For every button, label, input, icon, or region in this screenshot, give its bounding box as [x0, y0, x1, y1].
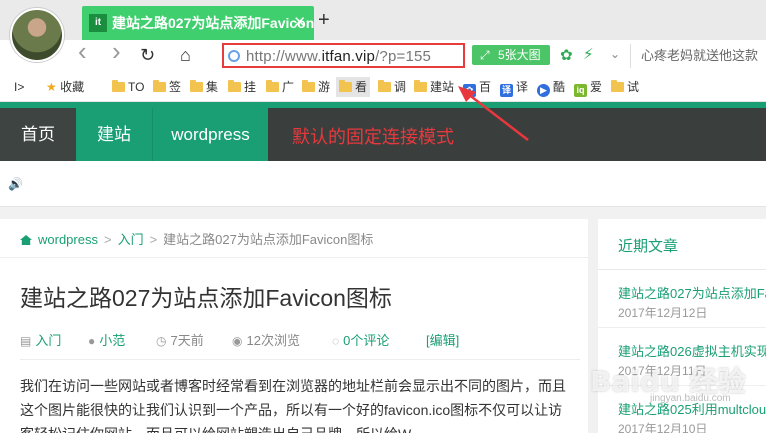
meta-comments: ◌ 0个评论	[332, 330, 389, 349]
big-images-label: 5张大图	[498, 48, 541, 62]
reload-button[interactable]: ↻	[140, 44, 155, 66]
extension-bolt-icon[interactable]: ⚡	[583, 45, 594, 63]
site-favicon-icon: it	[89, 14, 107, 32]
new-tab-button[interactable]: +	[318, 9, 330, 31]
address-bar[interactable]: http://www.itfan.vip/?p=155	[222, 43, 465, 68]
baidu-paw-icon: ✿	[463, 84, 476, 97]
breadcrumb-current: 建站之路027为站点添加Favicon图标	[163, 232, 374, 247]
bookmark-site[interactable]: ✿ 百	[463, 79, 491, 97]
meta-author: ● 小范	[88, 330, 125, 349]
star-icon: ★	[46, 80, 57, 94]
video-play-icon: ▶	[537, 84, 550, 97]
bookmark-site[interactable]: ▶ 酷	[537, 79, 565, 97]
url-text[interactable]: http://www.itfan.vip/?p=155	[246, 48, 431, 65]
nav-home[interactable]: 首页	[0, 108, 76, 161]
edit-link[interactable]: [编辑]	[426, 330, 459, 349]
user-icon: ●	[88, 334, 96, 348]
article-card: wordpress > 入门 > 建站之路027为站点添加Favicon图标 建站之路0…	[0, 219, 588, 433]
home-button[interactable]: ⌂	[180, 44, 191, 66]
bookmark-folder[interactable]: 试	[611, 79, 639, 95]
annotation-text: 默认的固定连接模式	[292, 127, 454, 147]
folder-icon: ▤	[20, 334, 32, 348]
big-images-button[interactable]: ⤢ 5张大图	[472, 45, 550, 65]
divider	[20, 359, 580, 360]
bookmark-folder[interactable]: 签	[153, 79, 181, 95]
home-icon[interactable]	[20, 235, 32, 245]
tab-strip: it 建站之路027为站点添加Favicon ✕ +	[0, 0, 766, 40]
bookmark-folder-active[interactable]: 看	[336, 77, 371, 97]
speaker-icon[interactable]: 🔊	[8, 177, 23, 191]
bookmarks-bar: I> ★ 收藏 TO 签 集 挂 广 游 看 调 建站 ✿ 百 译译 ▶ 酷 iq 爱…	[0, 72, 766, 102]
security-shield-icon	[228, 50, 240, 62]
iqiyi-icon: iq	[574, 84, 587, 97]
comment-icon: ◌	[332, 334, 340, 348]
comments-link[interactable]: 0个评论	[343, 333, 389, 348]
recent-post-title[interactable]: 建站之路027为站点添加Favicon图标	[618, 283, 766, 302]
baidu-watermark-url: jingyan.baidu.com	[650, 393, 731, 404]
eye-icon: ◉	[232, 334, 243, 348]
folder-icon	[414, 80, 427, 92]
folder-icon	[378, 80, 391, 92]
meta-time: ◷ 7天前	[156, 333, 204, 348]
search-input[interactable]: 心疼老妈就送他这款	[630, 44, 766, 68]
divider	[598, 327, 766, 328]
bookmark-folder[interactable]: 建站	[414, 79, 454, 95]
bookmark-favorites[interactable]: ★ 收藏	[46, 79, 84, 95]
recent-post-item[interactable]: 建站之路027为站点添加Favicon图标 2017年12月12日	[618, 283, 766, 321]
user-avatar[interactable]	[10, 8, 64, 62]
bookmark-folder[interactable]: 游	[302, 79, 330, 95]
divider	[0, 257, 588, 258]
divider	[598, 269, 766, 270]
folder-icon	[611, 80, 624, 92]
bookmark-site[interactable]: 译译	[500, 79, 528, 97]
breadcrumb: wordpress > 入门 > 建站之路027为站点添加Favicon图标	[20, 229, 373, 248]
folder-icon	[153, 80, 166, 92]
breadcrumb-separator: >	[149, 232, 158, 247]
forward-button[interactable]: ›	[112, 38, 121, 64]
tab-title: 建站之路027为站点添加Favicon	[112, 15, 314, 31]
close-tab-icon[interactable]: ✕	[293, 6, 306, 40]
bookmark-folder[interactable]: 调	[378, 79, 406, 95]
navigation-bar: ‹ › ↻ ⌂ http://www.itfan.vip/?p=155 ⤢ 5张…	[0, 38, 766, 72]
expand-icon: ⤢	[480, 48, 490, 62]
nav-build[interactable]: 建站	[76, 108, 152, 161]
bookmark-folder[interactable]: TO	[112, 79, 144, 95]
bookmarks-toggle[interactable]: I>	[14, 79, 24, 95]
meta-category: ▤ 入门	[20, 330, 61, 349]
clock-icon: ◷	[156, 334, 167, 348]
back-button[interactable]: ‹	[78, 38, 87, 64]
breadcrumb-category[interactable]: 入门	[118, 232, 144, 247]
breadcrumb-separator: >	[103, 232, 112, 247]
post-title: 建站之路027为站点添加Favicon图标	[20, 285, 392, 311]
category-link[interactable]: 入门	[35, 333, 61, 348]
audio-bar: 🔊	[0, 161, 766, 207]
translate-icon: 译	[500, 84, 513, 97]
bookmark-folder[interactable]: 挂	[228, 79, 256, 95]
bookmark-folder[interactable]: 广	[266, 79, 294, 95]
folder-icon	[302, 80, 315, 92]
author-link[interactable]: 小范	[99, 333, 125, 348]
chevron-down-icon[interactable]: ⌄	[610, 47, 620, 61]
folder-icon	[190, 80, 203, 92]
post-excerpt: 我们在访问一些网站或者博客时经常看到在浏览器的地址栏前会显示出不同的图片，而且这…	[20, 378, 566, 433]
folder-icon	[112, 80, 125, 92]
meta-views: ◉ 12次浏览	[232, 333, 300, 348]
recent-post-date: 2017年12月12日	[618, 306, 708, 320]
extension-flower-icon[interactable]: ✿	[560, 46, 573, 64]
folder-icon	[266, 80, 279, 92]
recent-post-date: 2017年12月10日	[618, 422, 708, 433]
nav-wordpress[interactable]: wordpress	[152, 108, 268, 161]
bookmark-site[interactable]: iq 爱	[574, 79, 602, 97]
recent-posts-heading: 近期文章	[618, 238, 679, 255]
recent-post-title[interactable]: 建站之路026虚拟主机实现	[618, 341, 766, 360]
bookmark-folder[interactable]: 集	[190, 79, 218, 95]
recent-post-item[interactable]: 建站之路025利用multcloud 2017年12月10日	[618, 399, 766, 433]
breadcrumb-wordpress[interactable]: wordpress	[38, 232, 98, 247]
folder-icon	[228, 80, 241, 92]
active-tab[interactable]: it 建站之路027为站点添加Favicon ✕	[82, 6, 314, 40]
folder-icon	[339, 80, 352, 92]
